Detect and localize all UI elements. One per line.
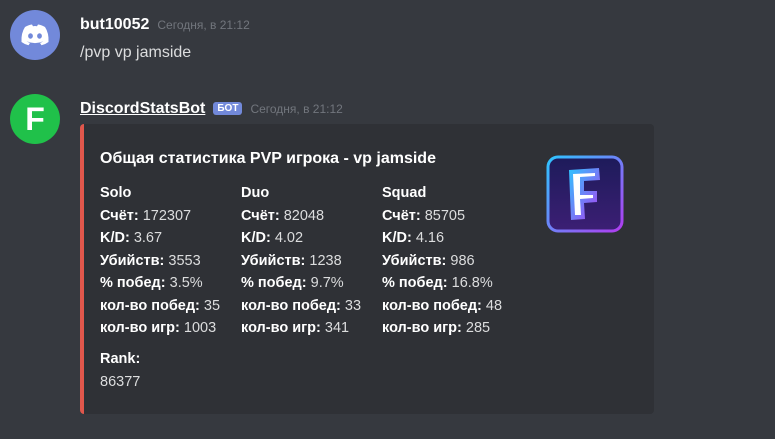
field-title: Solo xyxy=(100,185,132,201)
stat-row: K/D: 4.02 xyxy=(241,230,304,246)
stat-row: кол-во побед: 35 xyxy=(100,297,221,314)
field-solo: Solo Счёт: 172307 K/D: 3.67 Убийств: 355… xyxy=(100,182,220,340)
timestamp: Сегодня, в 21:12 xyxy=(157,18,250,32)
field-title: Squad xyxy=(382,185,427,201)
stat-row: кол-во игр: 341 xyxy=(241,320,350,336)
bot-tag: БОТ xyxy=(213,102,243,115)
stat-row: Счёт: 85705 xyxy=(382,207,466,224)
stat-row: % побед: 9.7% xyxy=(241,275,344,291)
stat-row: % побед: 3.5% xyxy=(100,275,203,291)
field-duo: Duo Счёт: 82048 K/D: 4.02 Убийств: 1238 … xyxy=(241,182,361,340)
rank-value: 86377 xyxy=(100,373,141,390)
bot-avatar[interactable]: F xyxy=(10,94,60,144)
timestamp: Сегодня, в 21:12 xyxy=(250,102,343,116)
stats-embed: Общая статистика PVP игрока - vp jamside xyxy=(80,124,654,414)
bot-username[interactable]: DiscordStatsBot xyxy=(80,100,205,118)
message-header: but10052 Сегодня, в 21:12 xyxy=(80,16,250,34)
bot-avatar-letter: F xyxy=(25,100,45,137)
message-header: DiscordStatsBot БОТ Сегодня, в 21:12 xyxy=(80,100,343,118)
stat-row: Счёт: 172307 xyxy=(100,207,192,224)
field-title: Duo xyxy=(241,185,270,201)
stat-row: кол-во игр: 285 xyxy=(382,320,491,336)
stat-row: % побед: 16.8% xyxy=(382,275,493,291)
stat-row: кол-во игр: 1003 xyxy=(100,320,217,336)
stat-row: Убийств: 1238 xyxy=(241,252,342,269)
field-squad: Squad Счёт: 85705 K/D: 4.16 Убийств: 986… xyxy=(382,182,502,340)
stat-row: кол-во побед: 33 xyxy=(241,297,362,314)
stat-row: K/D: 4.16 xyxy=(382,230,445,246)
discord-logo-icon xyxy=(21,24,49,46)
stat-row: Убийств: 3553 xyxy=(100,252,201,269)
field-rank: Rank: 86377 xyxy=(100,348,140,393)
fortnite-logo-icon: F xyxy=(545,154,625,234)
stat-row: кол-во побед: 48 xyxy=(382,297,503,314)
stat-row: Убийств: 986 xyxy=(382,252,475,269)
stat-row: Счёт: 82048 xyxy=(241,207,325,224)
username[interactable]: but10052 xyxy=(80,16,149,34)
stat-row: K/D: 3.67 xyxy=(100,230,163,246)
message-text: /pvp vp jamside xyxy=(80,44,192,61)
user-avatar[interactable] xyxy=(10,10,60,60)
field-title: Rank: xyxy=(100,351,141,367)
embed-title: Общая статистика PVP игрока - vp jamside xyxy=(100,150,436,167)
